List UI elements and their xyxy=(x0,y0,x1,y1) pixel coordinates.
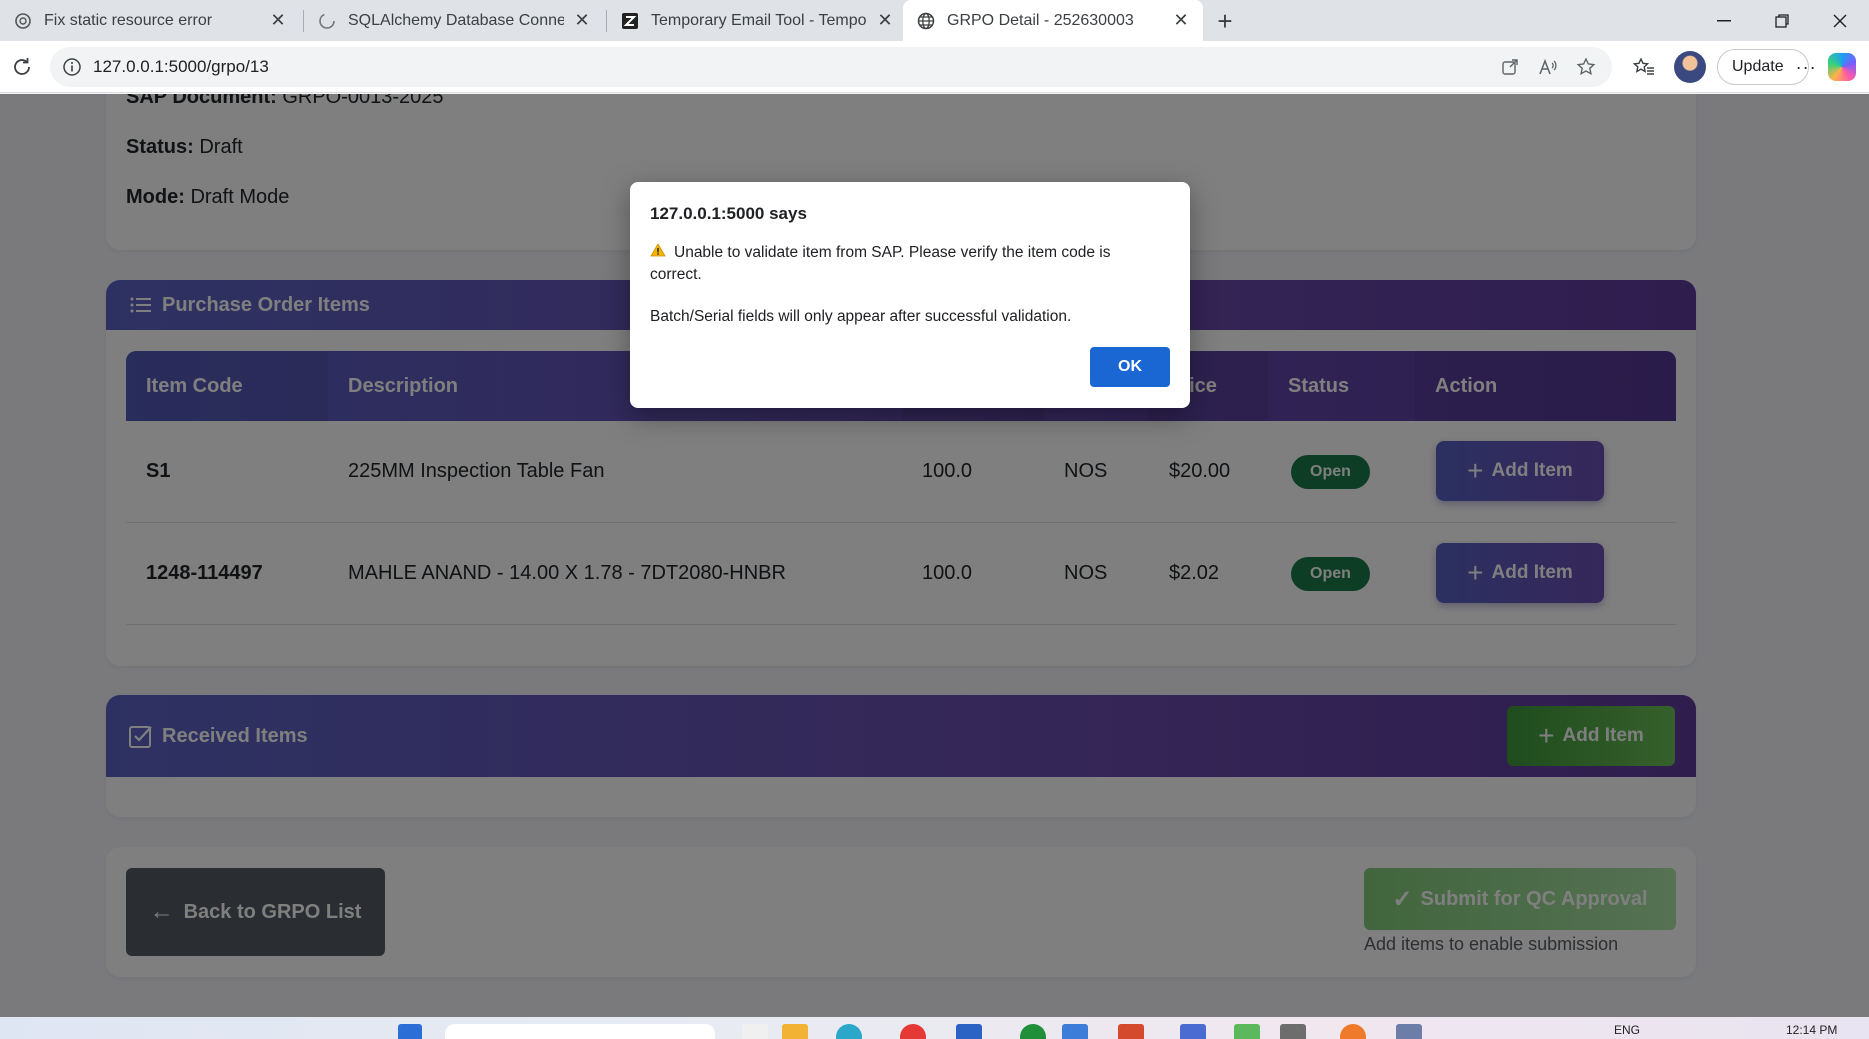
close-tab-icon[interactable]: ✕ xyxy=(268,10,288,31)
close-tab-icon[interactable]: ✕ xyxy=(875,10,895,31)
update-button[interactable]: Update ··· xyxy=(1717,49,1816,85)
url-text[interactable]: 127.0.0.1:5000/grpo/13 xyxy=(93,57,269,77)
taskbar-app-icon[interactable] xyxy=(1062,1024,1088,1039)
tab-sqlalchemy[interactable]: SQLAlchemy Database Connectio ✕ xyxy=(304,0,604,41)
taskbar-app-icon[interactable] xyxy=(782,1024,808,1039)
close-tab-icon[interactable]: ✕ xyxy=(572,10,592,31)
update-label: Update xyxy=(1732,58,1784,75)
taskbar-app-icon[interactable] xyxy=(1280,1024,1306,1039)
reload-icon[interactable] xyxy=(8,53,36,81)
tab-strip: Fix static resource error ✕ SQLAlchemy D… xyxy=(0,0,1869,41)
dialog-message: Unable to validate item from SAP. Please… xyxy=(650,242,1150,286)
read-aloud-icon[interactable] xyxy=(1537,56,1559,78)
more-menu-icon[interactable]: ··· xyxy=(1796,57,1817,78)
tab-title: GRPO Detail - 252630003 xyxy=(947,11,1134,29)
tab-temp-email[interactable]: Temporary Email Tool - Temporary ✕ xyxy=(607,0,907,41)
taskbar-app-icon[interactable] xyxy=(1234,1024,1260,1039)
taskbar-app-icon[interactable] xyxy=(900,1024,926,1039)
copilot-icon[interactable] xyxy=(1828,53,1856,81)
clock[interactable]: 12:14 PM xyxy=(1786,1023,1837,1037)
taskbar-app-icon[interactable] xyxy=(1020,1024,1046,1039)
modal-overlay: 127.0.0.1:5000 says Unable to validate i… xyxy=(0,94,1869,1017)
start-icon[interactable] xyxy=(398,1024,422,1039)
address-toolbar: 127.0.0.1:5000/grpo/13 Update ··· xyxy=(0,41,1869,93)
taskbar-app-icon[interactable] xyxy=(1340,1024,1366,1039)
open-in-app-icon[interactable] xyxy=(1499,56,1521,78)
alert-dialog: 127.0.0.1:5000 says Unable to validate i… xyxy=(630,182,1190,408)
tab-fix-static[interactable]: Fix static resource error ✕ xyxy=(0,0,300,41)
new-tab-button[interactable]: + xyxy=(1210,6,1240,36)
globe-icon xyxy=(917,12,935,30)
tab-title: Temporary Email Tool - Temporary xyxy=(651,11,867,29)
dialog-message-secondary: Batch/Serial fields will only appear aft… xyxy=(650,308,1072,325)
taskbar-app-icon[interactable] xyxy=(956,1024,982,1039)
tab-grpo-detail[interactable]: GRPO Detail - 252630003 ✕ xyxy=(903,0,1203,41)
ok-button[interactable]: OK xyxy=(1090,347,1170,387)
minimize-icon[interactable] xyxy=(1695,0,1753,41)
taskbar-app-icon[interactable] xyxy=(1118,1024,1144,1039)
site-info-icon[interactable] xyxy=(62,57,82,77)
dialog-title: 127.0.0.1:5000 says xyxy=(650,204,807,223)
taskbar-app-icon[interactable] xyxy=(1180,1024,1206,1039)
favorite-star-icon[interactable] xyxy=(1575,56,1597,78)
taskbar-app-icon[interactable] xyxy=(836,1024,862,1039)
tab-title: Fix static resource error xyxy=(44,11,213,29)
language-indicator[interactable]: ENG xyxy=(1614,1023,1640,1037)
loading-icon xyxy=(318,12,336,30)
taskbar-app-icon[interactable] xyxy=(742,1024,768,1039)
address-bar[interactable]: 127.0.0.1:5000/grpo/13 xyxy=(50,47,1612,87)
close-tab-icon[interactable]: ✕ xyxy=(1171,10,1191,31)
taskbar-search[interactable] xyxy=(445,1024,715,1039)
email-tool-icon xyxy=(621,12,639,30)
os-taskbar: ENG 12:14 PM xyxy=(0,1017,1869,1039)
tab-title: SQLAlchemy Database Connectio xyxy=(348,11,564,29)
warning-icon xyxy=(650,242,668,264)
restore-icon[interactable] xyxy=(1753,0,1811,41)
taskbar-app-icon[interactable] xyxy=(1396,1024,1422,1039)
favorites-icon[interactable] xyxy=(1630,53,1658,81)
chatgpt-icon xyxy=(14,12,32,30)
dialog-message-text: Unable to validate item from SAP. Please… xyxy=(650,244,1111,283)
avatar[interactable] xyxy=(1674,51,1706,83)
close-window-icon[interactable] xyxy=(1811,0,1869,41)
